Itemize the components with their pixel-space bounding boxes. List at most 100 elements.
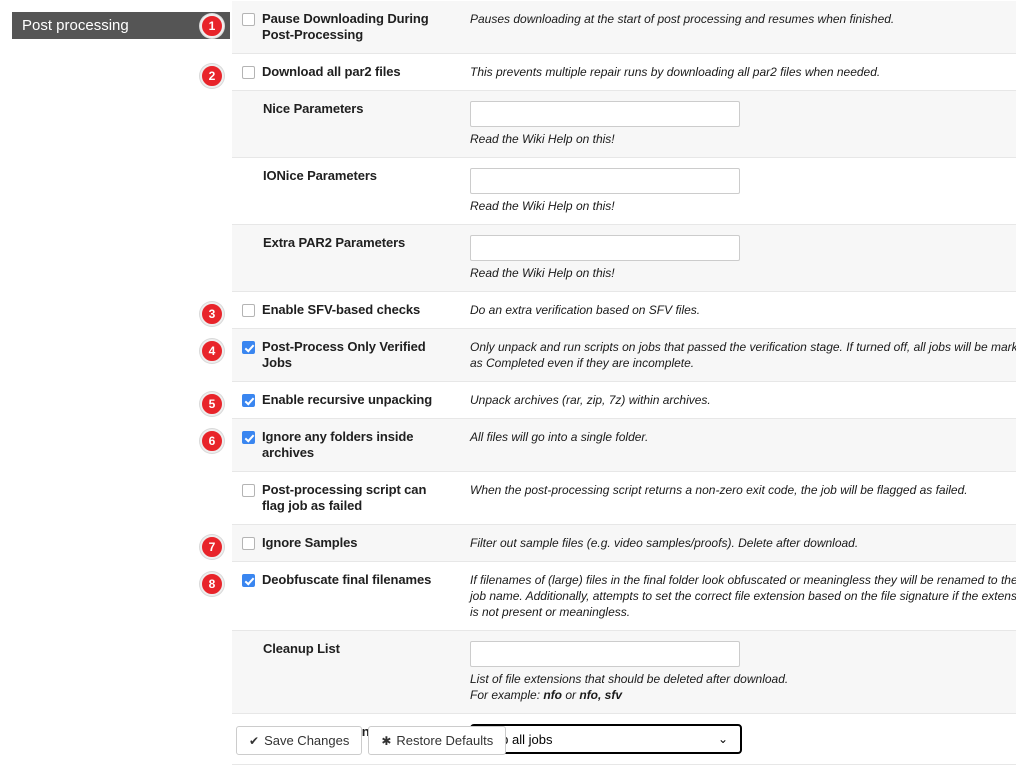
checkbox-field[interactable]: Deobfuscate final filenames bbox=[242, 572, 452, 588]
settings-row-content-cell: Do an extra verification based on SFV fi… bbox=[460, 291, 1016, 329]
step-badge-7: 7 bbox=[200, 534, 224, 559]
step-badge-4: 4 bbox=[200, 338, 224, 363]
field-label: Cleanup List bbox=[263, 641, 340, 656]
field-hint: Read the Wiki Help on this! bbox=[470, 198, 1016, 214]
checkbox-checked-icon[interactable] bbox=[242, 431, 255, 444]
checkbox-field[interactable]: Enable SFV-based checks bbox=[242, 302, 452, 318]
settings-description: Do an extra verification based on SFV fi… bbox=[470, 303, 701, 317]
checkbox-unchecked-icon[interactable] bbox=[242, 13, 255, 26]
checkbox-field[interactable]: Download all par2 files bbox=[242, 64, 452, 80]
settings-row-label-cell: Deobfuscate final filenames bbox=[232, 561, 460, 631]
checkbox-label: Ignore Samples bbox=[262, 535, 358, 550]
settings-row-label-cell: Pause Downloading During Post-Processing bbox=[232, 0, 460, 54]
checkbox-field[interactable]: Post-Process Only Verified Jobs bbox=[242, 339, 452, 371]
save-changes-label: Save Changes bbox=[264, 733, 350, 748]
step-badge-5: 5 bbox=[200, 391, 224, 416]
restore-defaults-label: Restore Defaults bbox=[396, 733, 494, 748]
settings-description: If filenames of (large) files in the fin… bbox=[470, 573, 1016, 619]
settings-row: Nice Parameters Read the Wiki Help on thi… bbox=[232, 90, 1016, 158]
field-hint-line: Read the Wiki Help on this! bbox=[470, 266, 615, 280]
check-icon: ✔ bbox=[249, 733, 260, 748]
field-hint: Read the Wiki Help on this! bbox=[470, 265, 1016, 281]
asterisk-icon: ✱ bbox=[381, 733, 392, 748]
field-label: Extra PAR2 Parameters bbox=[263, 235, 406, 250]
checkbox-unchecked-icon[interactable] bbox=[242, 66, 255, 79]
select-wrapper: Keep all jobs ⌄ bbox=[470, 724, 742, 754]
settings-row-content-cell: Unpack archives (rar, zip, 7z) within ar… bbox=[460, 381, 1016, 419]
checkbox-field[interactable]: Ignore Samples bbox=[242, 535, 452, 551]
settings-row: Deobfuscate final filenames If filenames … bbox=[232, 561, 1016, 631]
text-input[interactable] bbox=[470, 101, 740, 127]
settings-description: Pauses downloading at the start of post … bbox=[470, 12, 895, 26]
checkbox-label: Enable recursive unpacking bbox=[262, 392, 433, 407]
settings-row-label-cell: Ignore Samples bbox=[232, 524, 460, 562]
checkbox-field[interactable]: Ignore any folders inside archives bbox=[242, 429, 452, 461]
settings-row-content-cell: Read the Wiki Help on this! bbox=[460, 157, 1016, 225]
settings-row-label-cell: Extra PAR2 Parameters bbox=[232, 224, 460, 292]
sidebar: Post processing bbox=[0, 0, 232, 773]
field-label: Nice Parameters bbox=[263, 101, 364, 116]
field-hint-line: List of file extensions that should be d… bbox=[470, 672, 789, 686]
settings-row-label-cell: IONice Parameters bbox=[232, 157, 460, 225]
settings-row-content-cell: Only unpack and run scripts on jobs that… bbox=[460, 328, 1016, 382]
form-actions: ✔ Save Changes ✱ Restore Defaults bbox=[236, 726, 507, 755]
step-badge-6: 6 bbox=[200, 428, 224, 453]
text-input[interactable] bbox=[470, 235, 740, 261]
settings-row-label-cell: Post-processing script can flag job as f… bbox=[232, 471, 460, 525]
checkbox-unchecked-icon[interactable] bbox=[242, 304, 255, 317]
settings-row: Ignore any folders inside archives All fi… bbox=[232, 418, 1016, 472]
checkbox-label: Post-Process Only Verified Jobs bbox=[262, 339, 426, 370]
checkbox-label: Pause Downloading During Post-Processing bbox=[262, 11, 429, 42]
hint-example-separator: or bbox=[562, 688, 580, 702]
field-hint: Read the Wiki Help on this! bbox=[470, 131, 1016, 147]
restore-defaults-button[interactable]: ✱ Restore Defaults bbox=[368, 726, 507, 755]
settings-row: Enable recursive unpacking Unpack archive… bbox=[232, 381, 1016, 419]
settings-row: IONice Parameters Read the Wiki Help on t… bbox=[232, 157, 1016, 225]
checkbox-checked-icon[interactable] bbox=[242, 394, 255, 407]
hint-example-value-2: nfo, sfv bbox=[579, 688, 623, 702]
settings-row-label-cell: Download all par2 files bbox=[232, 53, 460, 91]
settings-row: Cleanup List List of file extensions that… bbox=[232, 630, 1016, 714]
text-input[interactable] bbox=[470, 168, 740, 194]
save-changes-button[interactable]: ✔ Save Changes bbox=[236, 726, 363, 755]
checkbox-unchecked-icon[interactable] bbox=[242, 484, 255, 497]
settings-row-content-cell: Keep all jobs ⌄ bbox=[460, 713, 1016, 765]
settings-row-content-cell: Read the Wiki Help on this! bbox=[460, 224, 1016, 292]
history-retention-select[interactable]: Keep all jobs bbox=[470, 724, 742, 754]
step-badge-2: 2 bbox=[200, 63, 224, 88]
checkbox-label: Deobfuscate final filenames bbox=[262, 572, 432, 587]
sidebar-section-title[interactable]: Post processing bbox=[12, 12, 230, 39]
step-badge-8: 8 bbox=[200, 571, 224, 596]
settings-row: Post-Process Only Verified Jobs Only unpa… bbox=[232, 328, 1016, 382]
settings-row: Post-processing script can flag job as f… bbox=[232, 471, 1016, 525]
field-hint: List of file extensions that should be d… bbox=[470, 671, 1016, 703]
checkbox-field[interactable]: Pause Downloading During Post-Processing bbox=[242, 11, 452, 43]
checkbox-label: Post-processing script can flag job as f… bbox=[262, 482, 427, 513]
settings-row: Extra PAR2 Parameters Read the Wiki Help … bbox=[232, 224, 1016, 292]
settings-description: Unpack archives (rar, zip, 7z) within ar… bbox=[470, 393, 711, 407]
field-hint-line: Read the Wiki Help on this! bbox=[470, 199, 615, 213]
settings-row-content-cell: Filter out sample files (e.g. video samp… bbox=[460, 524, 1016, 562]
checkbox-label: Enable SFV-based checks bbox=[262, 302, 421, 317]
settings-description: All files will go into a single folder. bbox=[470, 430, 649, 444]
settings-row-label-cell: Enable recursive unpacking bbox=[232, 381, 460, 419]
settings-row: Download all par2 files This prevents mul… bbox=[232, 53, 1016, 91]
text-input[interactable] bbox=[470, 641, 740, 667]
step-badge-3: 3 bbox=[200, 301, 224, 326]
field-hint-example: For example: nfo or nfo, sfv bbox=[470, 687, 1016, 703]
checkbox-field[interactable]: Post-processing script can flag job as f… bbox=[242, 482, 452, 514]
settings-description: When the post-processing script returns … bbox=[470, 483, 968, 497]
settings-row-content-cell: If filenames of (large) files in the fin… bbox=[460, 561, 1016, 631]
settings-row-label-cell: Ignore any folders inside archives bbox=[232, 418, 460, 472]
settings-description: Only unpack and run scripts on jobs that… bbox=[470, 340, 1016, 370]
settings-row-content-cell: This prevents multiple repair runs by do… bbox=[460, 53, 1016, 91]
checkbox-label: Download all par2 files bbox=[262, 64, 401, 79]
checkbox-field[interactable]: Enable recursive unpacking bbox=[242, 392, 452, 408]
settings-row-label-cell: Post-Process Only Verified Jobs bbox=[232, 328, 460, 382]
settings-table: Pause Downloading During Post-Processing… bbox=[232, 0, 1016, 765]
checkbox-unchecked-icon[interactable] bbox=[242, 537, 255, 550]
checkbox-checked-icon[interactable] bbox=[242, 574, 255, 587]
field-hint-line: Read the Wiki Help on this! bbox=[470, 132, 615, 146]
checkbox-checked-icon[interactable] bbox=[242, 341, 255, 354]
step-badge-1: 1 bbox=[200, 14, 224, 38]
